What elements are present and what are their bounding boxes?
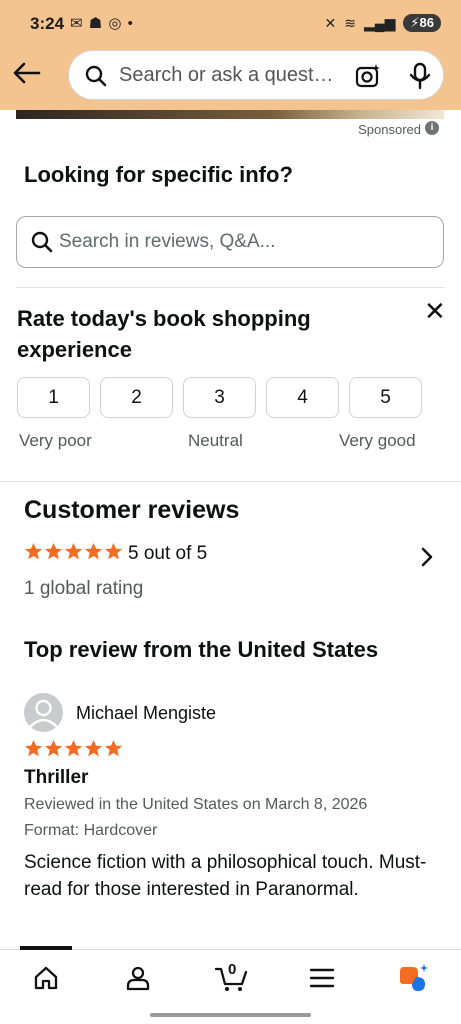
- rate-option-4[interactable]: 4: [266, 377, 339, 418]
- rate-label-mid: Neutral: [188, 431, 243, 450]
- search-placeholder: Search or ask a quest…: [119, 64, 334, 86]
- top-review-title: Top review from the United States: [24, 637, 379, 662]
- star-icon: [24, 739, 43, 757]
- sponsored-label: Sponsored: [358, 122, 421, 137]
- cart-count: 0: [228, 961, 237, 978]
- search-icon: [31, 231, 53, 253]
- rate-label-low: Very poor: [19, 431, 92, 450]
- close-icon[interactable]: ✕: [424, 296, 446, 327]
- account-icon[interactable]: [122, 962, 154, 994]
- wifi-icon: ≋: [344, 14, 356, 31]
- rate-option-3[interactable]: 3: [183, 377, 256, 418]
- search-icon: [85, 65, 107, 87]
- search-input[interactable]: Search or ask a quest…: [68, 50, 444, 100]
- customer-reviews-title: Customer reviews: [24, 496, 240, 524]
- active-tab-indicator: [20, 946, 72, 950]
- rate-title: Rate today's book shopping experience: [17, 306, 311, 362]
- rating-stars[interactable]: [24, 542, 123, 561]
- rufus-icon[interactable]: [398, 962, 430, 994]
- notification-icons: ✉ ☗ ◎ •: [70, 15, 134, 32]
- status-time: 3:24: [30, 14, 65, 33]
- cart-icon[interactable]: 0: [213, 961, 251, 994]
- home-indicator[interactable]: [150, 1013, 311, 1017]
- chevron-right-icon[interactable]: [420, 546, 434, 568]
- microphone-icon[interactable]: [409, 62, 431, 90]
- global-rating-count: 1 global rating: [24, 578, 144, 599]
- camera-search-icon[interactable]: [355, 63, 381, 89]
- star-icon: [64, 542, 83, 560]
- battery-badge: ⚡86: [403, 14, 441, 32]
- star-icon: [84, 542, 103, 560]
- mute-icon: ✕: [324, 14, 337, 31]
- status-right: ✕ ≋ ▂▄▆ ⚡86: [324, 14, 441, 32]
- divider: [16, 287, 445, 288]
- menu-icon[interactable]: [306, 962, 338, 994]
- review-body: Science fiction with a philosophical tou…: [24, 852, 427, 900]
- review-format: Format: Hardcover: [24, 822, 158, 839]
- person-icon: [29, 699, 58, 728]
- signal-icon: ▂▄▆: [363, 14, 396, 31]
- rate-option-2[interactable]: 2: [100, 377, 173, 418]
- reviewer-name[interactable]: Michael Mengiste: [76, 703, 216, 724]
- star-icon: [104, 739, 123, 757]
- star-icon: [44, 542, 63, 560]
- back-arrow-icon[interactable]: [10, 56, 44, 90]
- review-title: Thriller: [24, 767, 89, 788]
- rating-summary[interactable]: 5 out of 5: [128, 543, 207, 565]
- review-stars: [24, 739, 123, 758]
- rate-option-1[interactable]: 1: [17, 377, 90, 418]
- rate-option-5[interactable]: 5: [349, 377, 422, 418]
- star-icon: [84, 739, 103, 757]
- review-date: Reviewed in the United States on March 8…: [24, 796, 368, 813]
- rate-label-high: Very good: [339, 431, 416, 450]
- review-search-placeholder: Search in reviews, Q&A...: [59, 231, 276, 252]
- info-icon[interactable]: i: [425, 121, 439, 135]
- star-icon: [44, 739, 63, 757]
- avatar: [24, 693, 63, 732]
- star-icon: [104, 542, 123, 560]
- divider: [0, 481, 461, 482]
- review-search-input[interactable]: Search in reviews, Q&A...: [16, 216, 444, 268]
- star-icon: [24, 542, 43, 560]
- home-icon[interactable]: [30, 962, 62, 994]
- star-icon: [64, 739, 83, 757]
- looking-title: Looking for specific info?: [24, 162, 293, 187]
- sponsored-image[interactable]: [16, 110, 444, 119]
